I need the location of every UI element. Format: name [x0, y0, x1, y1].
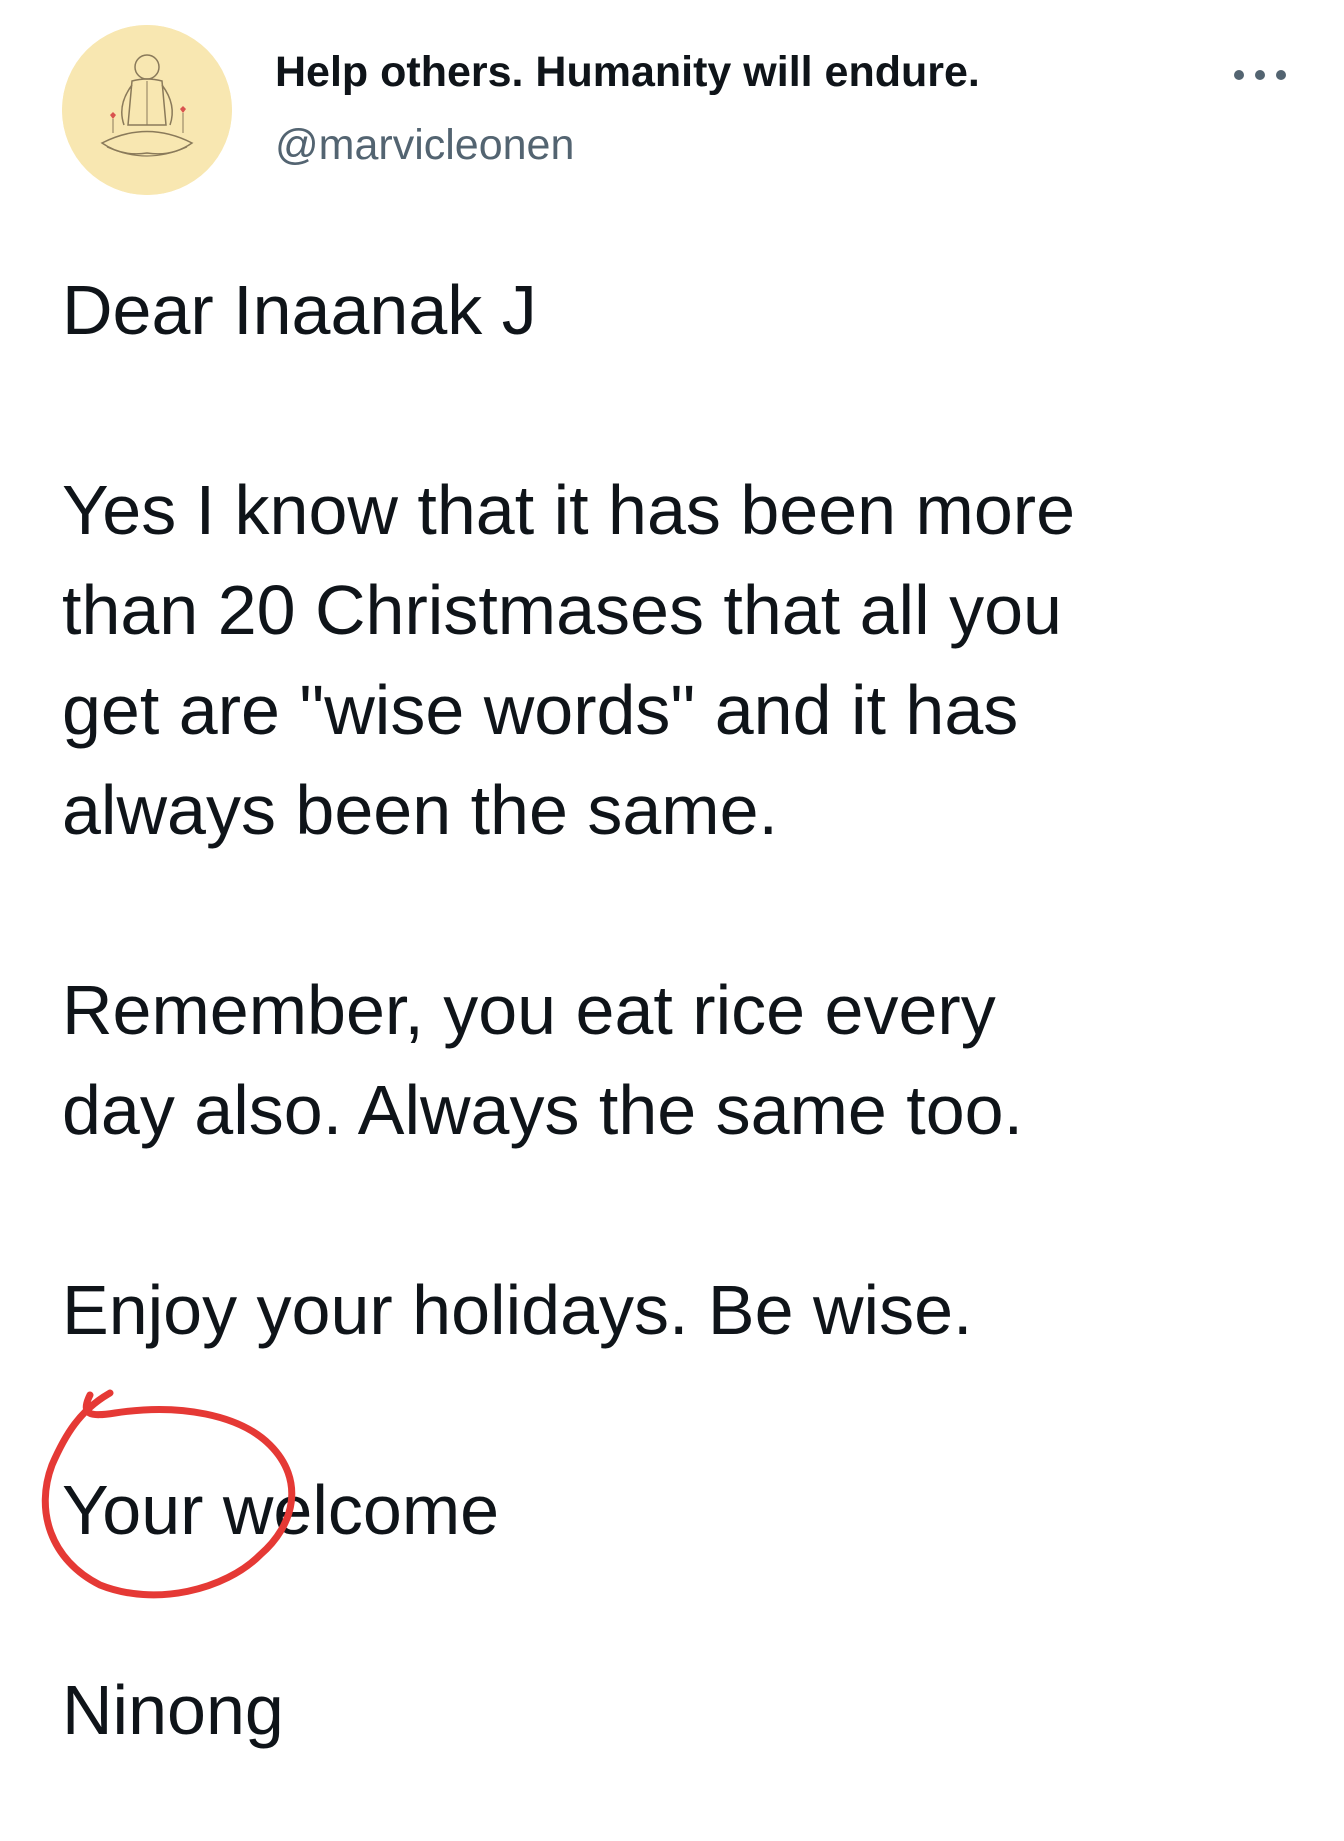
- tweet-paragraph-line: Yes I know that it has been more: [62, 471, 1076, 549]
- meditating-figure-avatar-icon: [62, 25, 232, 195]
- tweet-paragraph-line: day also. Always the same too.: [62, 1071, 1024, 1149]
- author-display-name[interactable]: Help others. Humanity will endure.: [275, 48, 980, 97]
- tweet-signature: Ninong: [62, 1671, 284, 1749]
- tweet-paragraph-line: always been the same.: [62, 771, 778, 849]
- tweet-paragraph-line: Remember, you eat rice every: [62, 971, 996, 1049]
- tweet-greeting: Dear Inaanak J: [62, 271, 537, 349]
- author-handle[interactable]: @marvicleonen: [275, 121, 574, 170]
- more-options-button[interactable]: [1225, 55, 1295, 95]
- tweet-paragraph-line: Your welcome: [62, 1471, 500, 1549]
- tweet-paragraph-line: get are "wise words" and it has: [62, 671, 1019, 749]
- avatar[interactable]: [62, 25, 232, 195]
- more-horizontal-icon: [1234, 70, 1286, 80]
- tweet-paragraph-line: than 20 Christmases that all you: [62, 571, 1062, 649]
- tweet-paragraph-line: Enjoy your holidays. Be wise.: [62, 1271, 973, 1349]
- tweet: Help others. Humanity will endure. @marv…: [0, 0, 1344, 1841]
